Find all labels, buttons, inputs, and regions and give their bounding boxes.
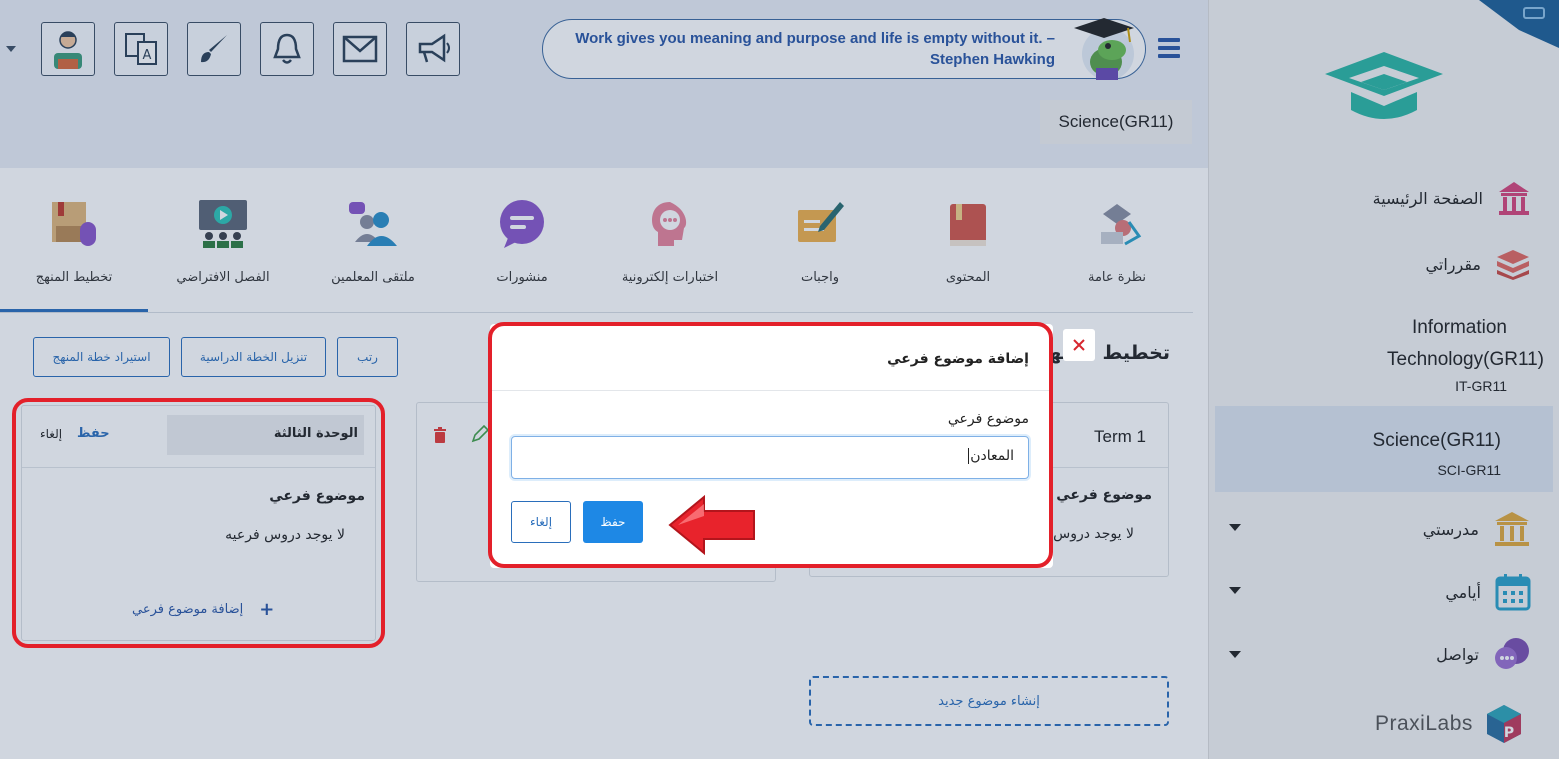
- highlight-outline-unit-card: [12, 398, 385, 648]
- highlight-outline-modal: [488, 322, 1053, 568]
- close-icon: [1073, 339, 1085, 351]
- modal-close-button[interactable]: [1063, 329, 1095, 361]
